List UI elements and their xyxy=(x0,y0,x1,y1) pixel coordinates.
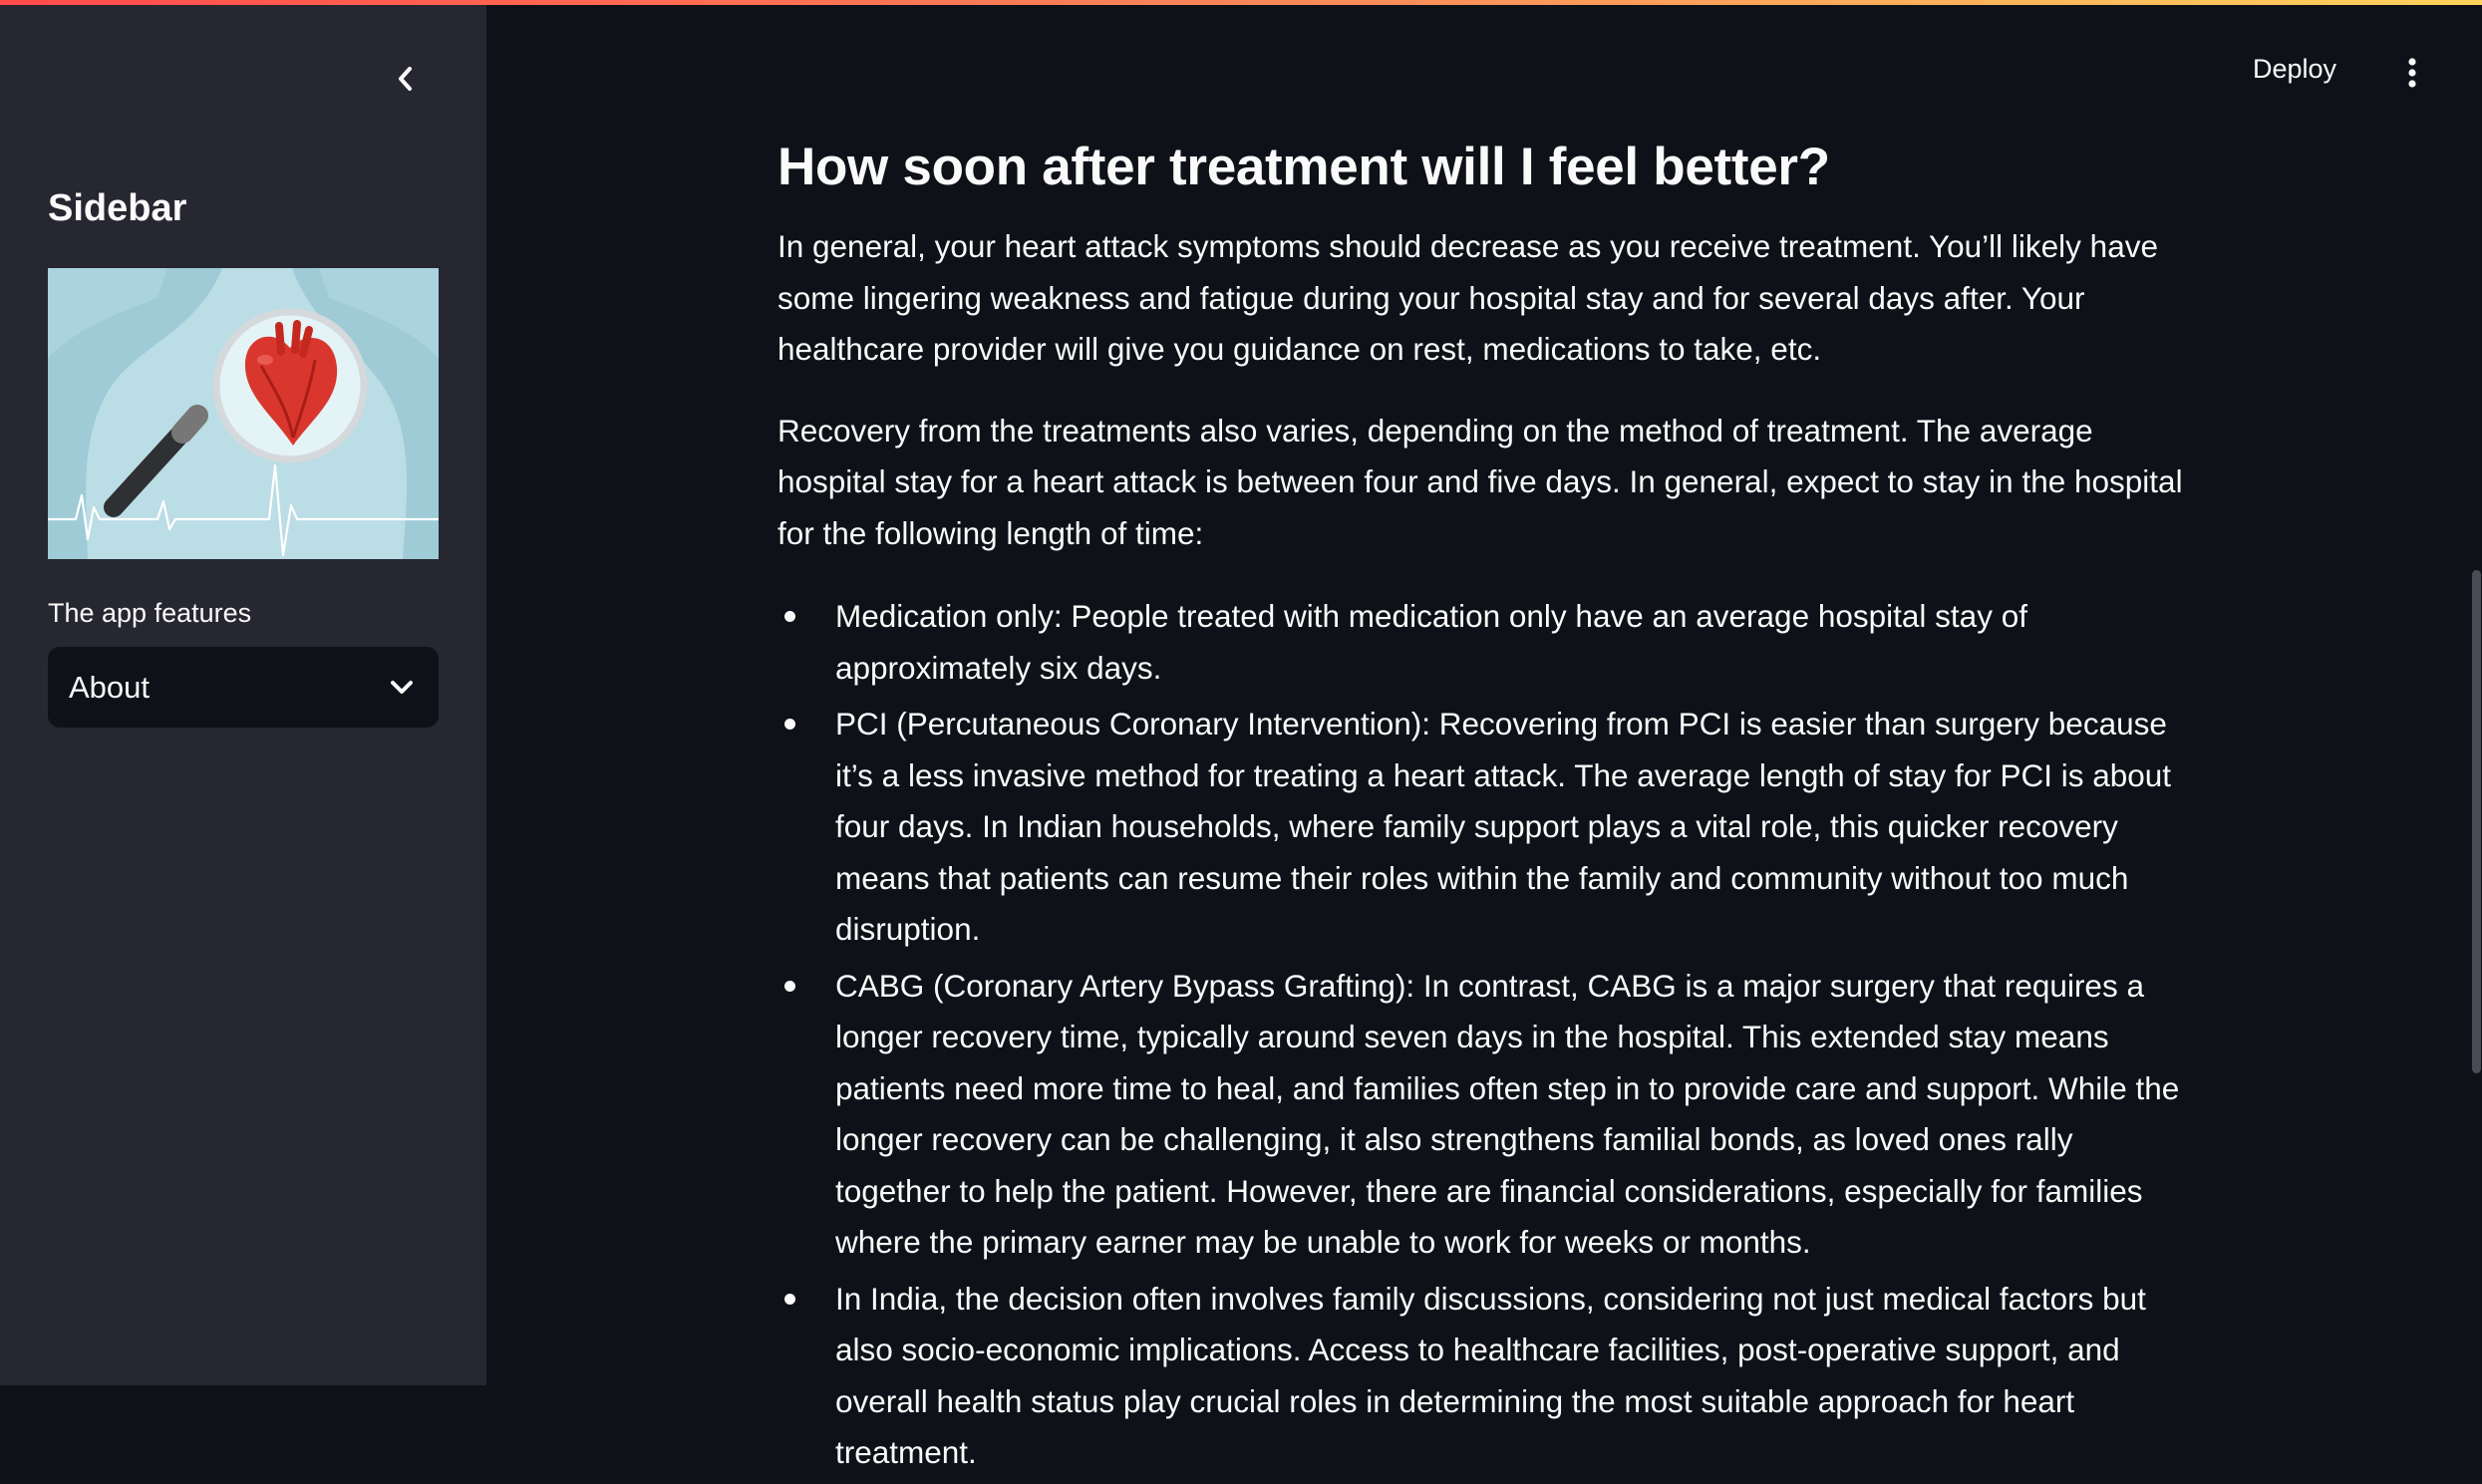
paragraph: In general, your heart attack symptoms s… xyxy=(777,228,2158,367)
list-item: In India, the decision often involves fa… xyxy=(777,1274,2188,1479)
select-label: The app features xyxy=(48,598,252,628)
deploy-button[interactable]: Deploy xyxy=(2253,54,2336,85)
sidebar: Sidebar The app features About xyxy=(0,0,486,1385)
select-value: About xyxy=(69,669,151,705)
main-content: How soon after treatment will I feel bet… xyxy=(777,130,2188,1484)
main-menu-button[interactable] xyxy=(2394,52,2430,94)
list-item-text: CABG (Coronary Artery Bypass Grafting): … xyxy=(835,967,2180,1261)
list-item: PCI (Percutaneous Coronary Intervention)… xyxy=(777,699,2188,956)
bullet-icon xyxy=(784,611,795,622)
heart-magnifier-illustration xyxy=(48,268,439,559)
bullet-icon xyxy=(784,1293,795,1305)
treatment-list: Medication only: People treated with med… xyxy=(777,591,2188,1479)
list-item: CABG (Coronary Artery Bypass Grafting): … xyxy=(777,961,2188,1269)
list-item: Medication only: People treated with med… xyxy=(777,591,2188,694)
app-features-select[interactable]: About xyxy=(48,647,439,728)
chevron-down-icon xyxy=(391,680,413,694)
list-item-text: Medication only: People treated with med… xyxy=(835,598,2027,686)
list-item-text: In India, the decision often involves fa… xyxy=(835,1280,2146,1471)
sidebar-title: Sidebar xyxy=(48,187,187,229)
bullet-icon xyxy=(784,719,795,730)
chevron-left-icon xyxy=(399,67,412,91)
list-item-text: PCI (Percutaneous Coronary Intervention)… xyxy=(835,706,2172,947)
page-heading: How soon after treatment will I feel bet… xyxy=(777,138,1830,196)
top-decoration-stripe xyxy=(0,0,2482,5)
paragraph: Recovery from the treatments also varies… xyxy=(777,412,2183,551)
collapse-sidebar-button[interactable] xyxy=(383,56,429,102)
bullet-icon xyxy=(784,980,795,992)
vertical-ellipsis-icon xyxy=(2408,58,2416,88)
scrollbar-thumb[interactable] xyxy=(2472,570,2481,1073)
